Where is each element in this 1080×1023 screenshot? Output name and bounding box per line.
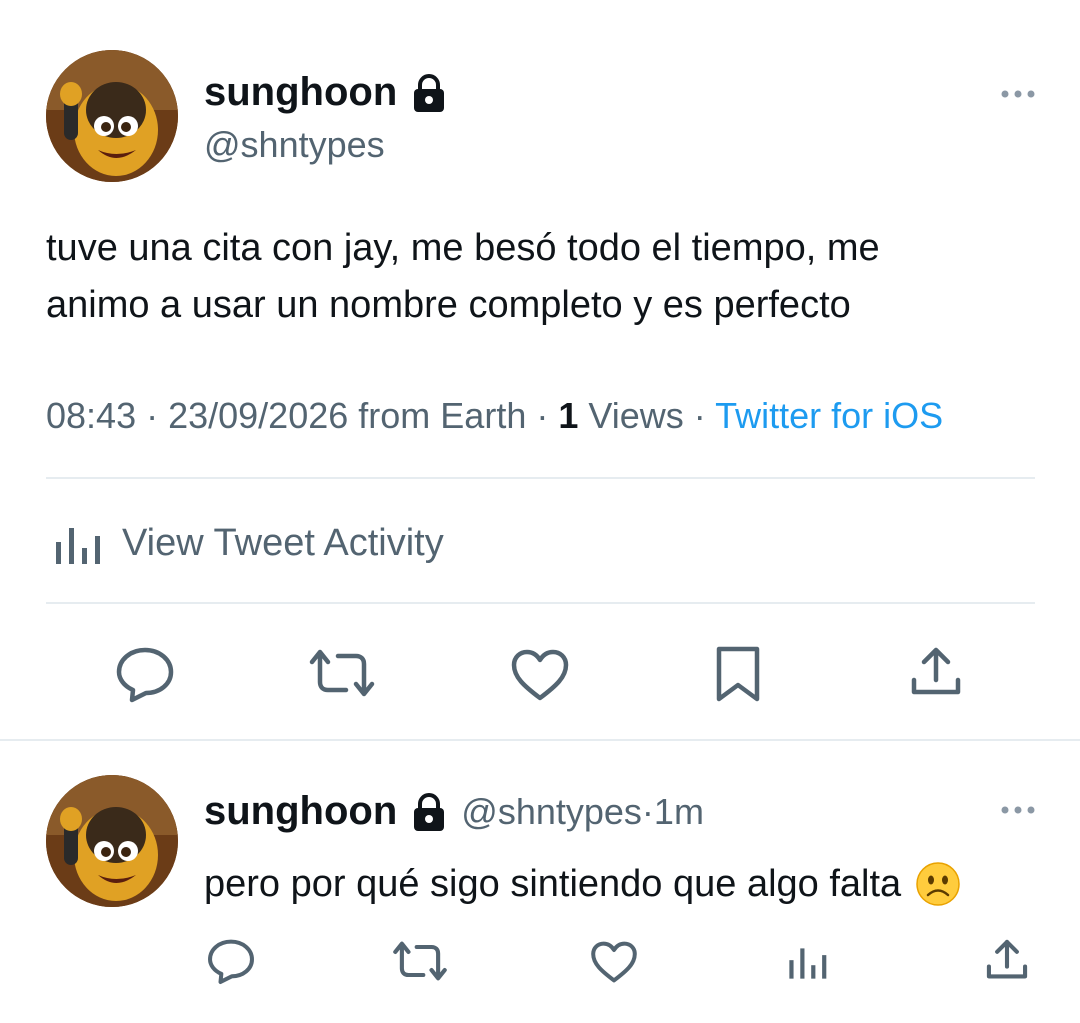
lock-icon bbox=[411, 73, 447, 113]
tweet-text: tuve una cita con jay, me besó todo el t… bbox=[46, 220, 1036, 334]
reply-icon bbox=[208, 939, 254, 984]
lock-icon bbox=[411, 792, 447, 832]
reply-icon bbox=[116, 647, 174, 703]
reply-reply-button[interactable] bbox=[206, 937, 256, 985]
reply-author-handle[interactable]: @shntypes bbox=[461, 791, 642, 833]
bookmark-button[interactable] bbox=[714, 644, 762, 704]
separator: · bbox=[641, 790, 654, 832]
activity-icon bbox=[52, 518, 102, 568]
divider bbox=[46, 477, 1035, 479]
views-label: Views bbox=[588, 395, 684, 436]
more-icon[interactable] bbox=[1000, 804, 1036, 816]
like-button[interactable] bbox=[510, 648, 570, 702]
author-name[interactable]: sunghoon bbox=[204, 70, 397, 115]
retweet-icon bbox=[309, 649, 375, 697]
avatar[interactable] bbox=[46, 50, 178, 182]
share-icon bbox=[911, 647, 961, 695]
view-tweet-activity-button[interactable]: View Tweet Activity bbox=[52, 518, 444, 568]
views-count: 1 bbox=[558, 395, 579, 436]
separator: · bbox=[136, 395, 169, 436]
more-icon[interactable] bbox=[1000, 88, 1036, 100]
tweet-metadata: 08:43 · 23/09/2026 from Earth · 1 Views … bbox=[46, 395, 943, 437]
reply-avatar[interactable] bbox=[46, 775, 178, 907]
tweet-text-line: animo a usar un nombre completo y es per… bbox=[46, 284, 851, 326]
reply-views-button[interactable] bbox=[786, 940, 828, 982]
retweet-icon bbox=[393, 941, 447, 981]
bookmark-icon bbox=[716, 646, 760, 702]
reply-text: pero por qué sigo sintiendo que algo fal… bbox=[204, 863, 902, 905]
divider bbox=[46, 602, 1035, 604]
like-icon bbox=[591, 941, 637, 983]
share-icon bbox=[986, 939, 1028, 979]
like-icon bbox=[511, 649, 569, 701]
tweet-location: from Earth bbox=[358, 395, 527, 436]
separator: · bbox=[526, 395, 559, 436]
reply-retweet-button[interactable] bbox=[392, 940, 448, 982]
tweet-text-line: tuve una cita con jay, me besó todo el t… bbox=[46, 227, 880, 269]
thread-divider bbox=[0, 739, 1080, 741]
retweet-button[interactable] bbox=[308, 648, 376, 698]
views-icon bbox=[789, 948, 827, 979]
reply-time[interactable]: 1m bbox=[654, 791, 704, 833]
frowning-face-icon bbox=[915, 861, 961, 907]
reply-button[interactable] bbox=[114, 645, 176, 703]
reply-share-button[interactable] bbox=[984, 937, 1030, 983]
separator: · bbox=[683, 395, 716, 436]
reply-author-name[interactable]: sunghoon bbox=[204, 789, 397, 834]
share-button[interactable] bbox=[908, 644, 964, 700]
tweet-source-link[interactable]: Twitter for iOS bbox=[715, 395, 943, 436]
reply-like-button[interactable] bbox=[590, 940, 638, 984]
tweet-date[interactable]: 23/09/2026 bbox=[168, 395, 348, 436]
activity-label: View Tweet Activity bbox=[122, 521, 444, 564]
tweet-time[interactable]: 08:43 bbox=[46, 395, 136, 436]
author-handle[interactable]: @shntypes bbox=[204, 124, 385, 166]
